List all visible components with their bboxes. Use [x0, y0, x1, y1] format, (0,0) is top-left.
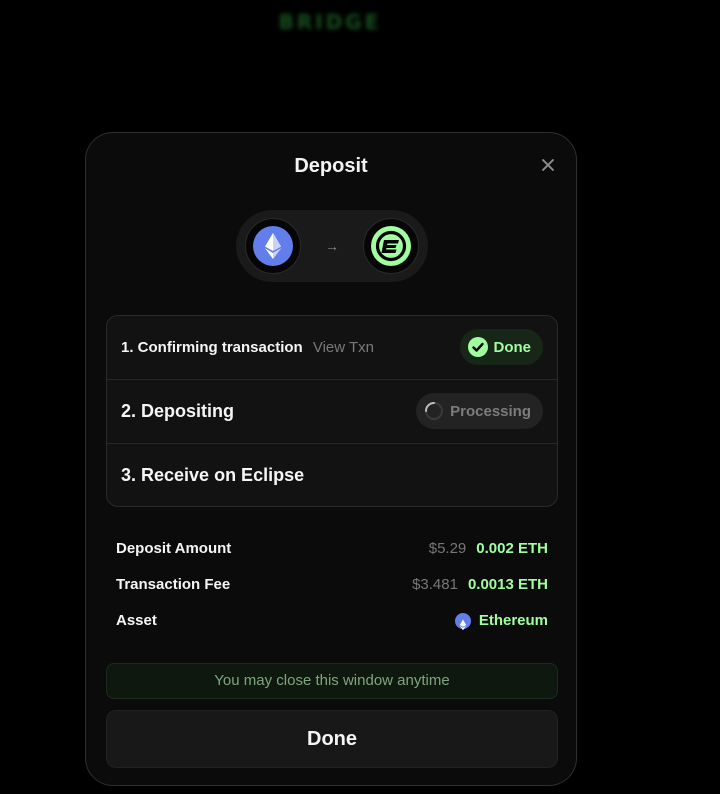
arrow-right-icon: → — [325, 238, 339, 254]
step-label: 3. Receive on Eclipse — [121, 465, 305, 485]
ethereum-icon — [253, 226, 293, 266]
eclipse-logo-icon — [371, 226, 411, 266]
token-amount: 0.002 ETH — [476, 540, 548, 557]
status-text: Processing — [450, 402, 531, 420]
route-indicator: → — [236, 210, 428, 282]
token-amount: 0.0013 ETH — [467, 576, 548, 593]
view-txn-link[interactable]: View Txn — [313, 339, 374, 356]
summary-label: Deposit Amount — [116, 540, 232, 557]
summary-row-deposit-amount: Deposit Amount $5.29 0.002 ETH — [116, 533, 548, 569]
close-notice: You may close this window anytime — [106, 663, 558, 699]
to-chain — [363, 218, 419, 274]
usd-value: $3.481 — [412, 576, 458, 593]
asset-name: Ethereum — [478, 612, 548, 629]
spinner-icon — [424, 401, 444, 421]
summary-label: Asset — [116, 612, 157, 629]
background-app-title: BRIDGE — [278, 10, 382, 34]
modal-title: Deposit — [294, 155, 368, 177]
step-label: 1. Confirming transaction — [121, 339, 303, 356]
usd-value: $5.29 — [428, 540, 467, 557]
close-icon[interactable] — [538, 155, 558, 175]
summary-label: Transaction Fee — [116, 576, 231, 593]
step-label: 2. Depositing — [121, 401, 235, 421]
step-receive: 3. Receive on Eclipse — [107, 444, 557, 506]
deposit-summary: Deposit Amount $5.29 0.002 ETH Transacti… — [116, 533, 548, 641]
status-badge: Processing — [416, 393, 543, 429]
summary-row-asset: Asset Ethereum — [116, 605, 548, 641]
status-badge: Done — [459, 329, 543, 365]
deposit-modal: Deposit → 1. Confirming transaction View… — [85, 132, 577, 786]
done-button[interactable]: Done — [106, 710, 558, 768]
step-depositing: 2. Depositing Processing — [107, 380, 557, 444]
step-confirming: 1. Confirming transaction View Txn Done — [107, 316, 557, 380]
status-text: Done — [493, 338, 532, 356]
deposit-steps: 1. Confirming transaction View Txn Done … — [106, 315, 558, 507]
from-chain — [245, 218, 301, 274]
check-icon — [467, 337, 488, 357]
summary-row-transaction-fee: Transaction Fee $3.481 0.0013 ETH — [116, 569, 548, 605]
ethereum-icon — [454, 613, 471, 631]
